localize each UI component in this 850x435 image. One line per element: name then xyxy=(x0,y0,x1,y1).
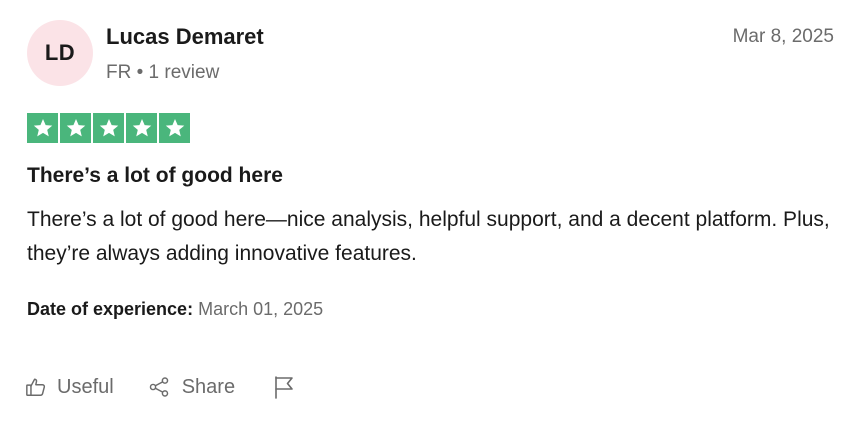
star-icon xyxy=(126,113,157,143)
star-icon xyxy=(27,113,58,143)
thumbs-up-icon xyxy=(26,378,46,396)
star-icon xyxy=(159,113,190,143)
share-label: Share xyxy=(181,375,236,398)
flag-icon xyxy=(275,376,293,399)
review-date: Mar 8, 2025 xyxy=(732,26,834,47)
useful-button[interactable]: Useful xyxy=(25,376,114,399)
star-icon xyxy=(60,113,91,143)
avatar-initials: LD xyxy=(44,40,76,65)
reviewer-meta: FR • 1 review xyxy=(106,62,220,83)
avatar[interactable]: LD xyxy=(27,20,93,86)
star-rating xyxy=(27,113,190,143)
date-of-experience: Date of experience: March 01, 2025 xyxy=(27,299,323,320)
reviewer-name[interactable]: Lucas Demaret xyxy=(106,24,264,50)
review-actions: Useful Share xyxy=(25,371,295,403)
review-card: LD Lucas Demaret FR • 1 review Mar 8, 20… xyxy=(0,0,850,435)
experience-value: March 01, 2025 xyxy=(198,299,324,319)
share-icon xyxy=(149,377,168,397)
review-body: There’s a lot of good here—nice analysis… xyxy=(27,208,830,265)
share-button[interactable]: Share xyxy=(148,376,235,399)
star-icon xyxy=(93,113,124,143)
useful-label: Useful xyxy=(57,375,114,398)
experience-label: Date of experience: xyxy=(27,299,194,319)
report-button[interactable] xyxy=(273,375,295,399)
review-title[interactable]: There’s a lot of good here xyxy=(27,164,283,188)
